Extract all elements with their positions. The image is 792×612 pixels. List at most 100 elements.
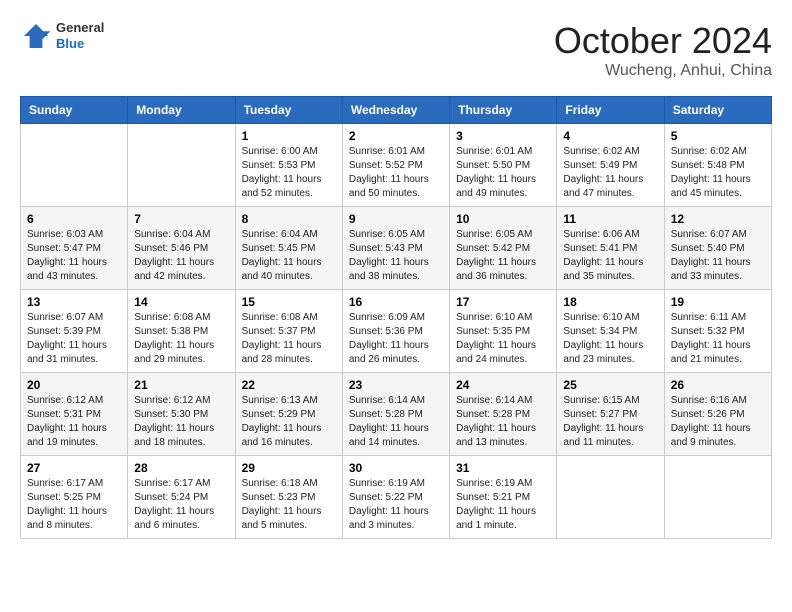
calendar-cell: 17 Sunrise: 6:10 AMSunset: 5:35 PMDayligh… [450,290,557,373]
calendar-table: SundayMondayTuesdayWednesdayThursdayFrid… [20,96,772,539]
day-info: Sunrise: 6:07 AMSunset: 5:39 PMDaylight:… [27,312,107,365]
calendar-cell: 12 Sunrise: 6:07 AMSunset: 5:40 PMDayligh… [664,207,771,290]
day-number: 29 [242,461,336,475]
day-info: Sunrise: 6:12 AMSunset: 5:30 PMDaylight:… [134,395,214,448]
calendar-cell: 3Sunrise: 6:01 AMSunset: 5:50 PMDaylight… [450,124,557,207]
day-info: Sunrise: 6:17 AMSunset: 5:24 PMDaylight:… [134,478,214,531]
calendar-cell: 1 Sunrise: 6:00 AMSunset: 5:53 PMDaylight… [235,124,342,207]
day-number: 10 [456,212,550,226]
day-info: Sunrise: 6:04 AMSunset: 5:45 PMDaylight:… [242,229,322,282]
calendar-cell: 20Sunrise: 6:12 AMSunset: 5:31 PMDayligh… [21,373,128,456]
day-number: 9 [349,212,443,226]
calendar-cell: 16 Sunrise: 6:09 AMSunset: 5:36 PMDayligh… [342,290,449,373]
calendar-cell: 15Sunrise: 6:08 AMSunset: 5:37 PMDayligh… [235,290,342,373]
calendar-cell: 22Sunrise: 6:13 AMSunset: 5:29 PMDayligh… [235,373,342,456]
day-info: Sunrise: 6:05 AMSunset: 5:42 PMDaylight:… [456,229,536,282]
calendar-cell: 9 Sunrise: 6:05 AMSunset: 5:43 PMDaylight… [342,207,449,290]
calendar-cell: 8 Sunrise: 6:04 AMSunset: 5:45 PMDaylight… [235,207,342,290]
day-info: Sunrise: 6:15 AMSunset: 5:27 PMDaylight:… [563,395,643,448]
weekday-header-thursday: Thursday [450,97,557,124]
calendar-cell: 4Sunrise: 6:02 AMSunset: 5:49 PMDaylight… [557,124,664,207]
day-info: Sunrise: 6:17 AMSunset: 5:25 PMDaylight:… [27,478,107,531]
week-row-3: 13 Sunrise: 6:07 AMSunset: 5:39 PMDayligh… [21,290,772,373]
day-info: Sunrise: 6:16 AMSunset: 5:26 PMDaylight:… [671,395,751,448]
calendar-cell: 23Sunrise: 6:14 AMSunset: 5:28 PMDayligh… [342,373,449,456]
day-info: Sunrise: 6:13 AMSunset: 5:29 PMDaylight:… [242,395,322,448]
calendar-cell: 25Sunrise: 6:15 AMSunset: 5:27 PMDayligh… [557,373,664,456]
logo-text: General Blue [56,20,104,51]
week-row-4: 20Sunrise: 6:12 AMSunset: 5:31 PMDayligh… [21,373,772,456]
weekday-header-friday: Friday [557,97,664,124]
calendar-cell: 26 Sunrise: 6:16 AMSunset: 5:26 PMDayligh… [664,373,771,456]
day-number: 2 [349,129,443,143]
day-number: 27 [27,461,121,475]
day-info: Sunrise: 6:06 AMSunset: 5:41 PMDaylight:… [563,229,643,282]
weekday-header-tuesday: Tuesday [235,97,342,124]
day-info: Sunrise: 6:04 AMSunset: 5:46 PMDaylight:… [134,229,214,282]
day-number: 28 [134,461,228,475]
day-number: 24 [456,378,550,392]
day-number: 15 [242,295,336,309]
day-info: Sunrise: 6:00 AMSunset: 5:53 PMDaylight:… [242,146,322,199]
calendar-cell [21,124,128,207]
day-number: 13 [27,295,121,309]
calendar-cell: 18Sunrise: 6:10 AMSunset: 5:34 PMDayligh… [557,290,664,373]
calendar-cell: 27 Sunrise: 6:17 AMSunset: 5:25 PMDayligh… [21,456,128,539]
weekday-header-monday: Monday [128,97,235,124]
calendar-cell [128,124,235,207]
day-number: 26 [671,378,765,392]
day-info: Sunrise: 6:08 AMSunset: 5:38 PMDaylight:… [134,312,214,365]
calendar-cell: 30 Sunrise: 6:19 AMSunset: 5:22 PMDayligh… [342,456,449,539]
calendar-cell: 10 Sunrise: 6:05 AMSunset: 5:42 PMDayligh… [450,207,557,290]
day-info: Sunrise: 6:18 AMSunset: 5:23 PMDaylight:… [242,478,322,531]
day-number: 12 [671,212,765,226]
weekday-header-saturday: Saturday [664,97,771,124]
week-row-2: 6Sunrise: 6:03 AMSunset: 5:47 PMDaylight… [21,207,772,290]
day-number: 30 [349,461,443,475]
day-info: Sunrise: 6:09 AMSunset: 5:36 PMDaylight:… [349,312,429,365]
calendar-cell: 14 Sunrise: 6:08 AMSunset: 5:38 PMDayligh… [128,290,235,373]
day-number: 14 [134,295,228,309]
weekday-header-sunday: Sunday [21,97,128,124]
day-number: 3 [456,129,550,143]
day-info: Sunrise: 6:19 AMSunset: 5:21 PMDaylight:… [456,478,536,531]
calendar-cell: 11Sunrise: 6:06 AMSunset: 5:41 PMDayligh… [557,207,664,290]
day-info: Sunrise: 6:14 AMSunset: 5:28 PMDaylight:… [349,395,429,448]
calendar-cell [664,456,771,539]
day-info: Sunrise: 6:05 AMSunset: 5:43 PMDaylight:… [349,229,429,282]
calendar-cell: 29 Sunrise: 6:18 AMSunset: 5:23 PMDayligh… [235,456,342,539]
calendar-cell [557,456,664,539]
calendar-cell: 28 Sunrise: 6:17 AMSunset: 5:24 PMDayligh… [128,456,235,539]
day-info: Sunrise: 6:11 AMSunset: 5:32 PMDaylight:… [671,312,751,365]
calendar-cell: 5Sunrise: 6:02 AMSunset: 5:48 PMDaylight… [664,124,771,207]
logo: General Blue [20,20,104,52]
calendar-cell: 19Sunrise: 6:11 AMSunset: 5:32 PMDayligh… [664,290,771,373]
weekday-header-row: SundayMondayTuesdayWednesdayThursdayFrid… [21,97,772,124]
day-number: 16 [349,295,443,309]
calendar-cell: 13 Sunrise: 6:07 AMSunset: 5:39 PMDayligh… [21,290,128,373]
calendar-cell: 21 Sunrise: 6:12 AMSunset: 5:30 PMDayligh… [128,373,235,456]
day-info: Sunrise: 6:19 AMSunset: 5:22 PMDaylight:… [349,478,429,531]
logo-icon [20,20,52,52]
month-title: October 2024 [554,20,772,62]
day-number: 1 [242,129,336,143]
day-number: 21 [134,378,228,392]
day-info: Sunrise: 6:07 AMSunset: 5:40 PMDaylight:… [671,229,751,282]
day-info: Sunrise: 6:01 AMSunset: 5:52 PMDaylight:… [349,146,429,199]
day-number: 20 [27,378,121,392]
day-number: 31 [456,461,550,475]
day-number: 6 [27,212,121,226]
day-number: 17 [456,295,550,309]
location: Wucheng, Anhui, China [554,62,772,80]
day-info: Sunrise: 6:10 AMSunset: 5:34 PMDaylight:… [563,312,643,365]
day-info: Sunrise: 6:02 AMSunset: 5:49 PMDaylight:… [563,146,643,199]
day-number: 7 [134,212,228,226]
week-row-5: 27 Sunrise: 6:17 AMSunset: 5:25 PMDayligh… [21,456,772,539]
day-info: Sunrise: 6:10 AMSunset: 5:35 PMDaylight:… [456,312,536,365]
title-block: October 2024 Wucheng, Anhui, China [554,20,772,80]
day-number: 8 [242,212,336,226]
calendar-cell: 7 Sunrise: 6:04 AMSunset: 5:46 PMDaylight… [128,207,235,290]
calendar-cell: 24Sunrise: 6:14 AMSunset: 5:28 PMDayligh… [450,373,557,456]
calendar-cell: 6Sunrise: 6:03 AMSunset: 5:47 PMDaylight… [21,207,128,290]
week-row-1: 1 Sunrise: 6:00 AMSunset: 5:53 PMDaylight… [21,124,772,207]
